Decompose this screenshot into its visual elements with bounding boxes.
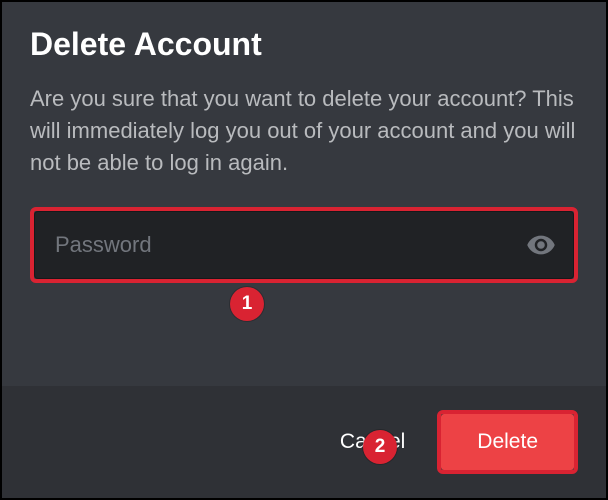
eye-icon[interactable] <box>526 230 556 260</box>
delete-button[interactable]: Delete <box>441 414 574 470</box>
annotation-badge-1: 1 <box>230 287 264 321</box>
modal-description: Are you sure that you want to delete you… <box>30 83 578 179</box>
annotation-badge-2: 2 <box>363 430 397 464</box>
modal-title: Delete Account <box>30 26 578 63</box>
password-input[interactable] <box>34 211 574 279</box>
delete-button-wrapper: Delete <box>437 410 578 474</box>
password-input-wrapper <box>30 207 578 283</box>
modal-header: Delete Account <box>2 2 606 75</box>
modal-footer: Cancel Delete <box>2 386 606 498</box>
modal-body: Are you sure that you want to delete you… <box>2 75 606 386</box>
delete-account-modal: Delete Account Are you sure that you wan… <box>2 2 606 498</box>
